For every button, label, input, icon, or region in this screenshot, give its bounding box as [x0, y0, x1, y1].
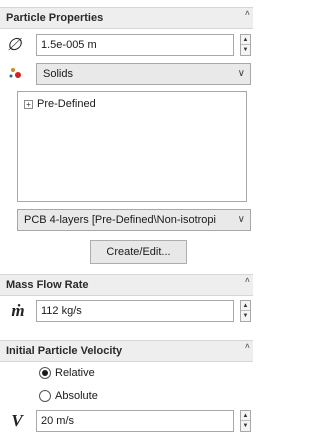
particles-icon	[6, 63, 26, 83]
radio-absolute-label: Absolute	[55, 390, 98, 402]
diameter-input[interactable]: 1.5e-005 m	[36, 34, 234, 56]
mass-flow-icon: ṁ	[11, 301, 25, 320]
expand-plus-icon[interactable]: +	[24, 99, 33, 109]
collapse-arrow-icon[interactable]: ˄	[245, 10, 251, 18]
material-select[interactable]: PCB 4-layers [Pre-Defined\Non-isotropi ∨	[17, 209, 251, 231]
chevron-down-icon[interactable]: ∨	[238, 64, 245, 84]
chevron-down-icon[interactable]: ∨	[238, 210, 245, 230]
material-type-value: Solids	[43, 68, 73, 80]
spinner-down-icon[interactable]: ▼	[241, 421, 250, 431]
spinner-down-icon[interactable]: ▼	[241, 45, 250, 55]
radio-button-unchecked[interactable]	[39, 390, 51, 402]
radio-absolute[interactable]: Absolute	[39, 390, 98, 402]
collapse-arrow-icon[interactable]: ˄	[245, 277, 251, 285]
radio-button-checked[interactable]	[39, 367, 51, 379]
spinner-up-icon[interactable]: ▲	[241, 35, 250, 45]
material-tree[interactable]: + Pre-Defined	[17, 91, 247, 202]
spinner-down-icon[interactable]: ▼	[241, 311, 250, 321]
particle-properties-title: Particle Properties	[6, 12, 104, 24]
tree-item-pre-defined[interactable]: + Pre-Defined	[24, 98, 96, 110]
velocity-symbol: V	[11, 411, 23, 430]
radio-relative[interactable]: Relative	[39, 367, 95, 379]
velocity-input[interactable]: 20 m/s	[36, 410, 234, 432]
initial-velocity-title: Initial Particle Velocity	[6, 345, 123, 357]
material-type-select[interactable]: Solids ∨	[36, 63, 251, 85]
spinner-up-icon[interactable]: ▲	[241, 301, 250, 311]
velocity-spinner[interactable]: ▲ ▼	[240, 410, 251, 432]
mass-flow-rate-title: Mass Flow Rate	[6, 279, 89, 291]
particle-properties-header[interactable]: Particle Properties ˄	[0, 7, 253, 29]
spinner-up-icon[interactable]: ▲	[241, 411, 250, 421]
collapse-arrow-icon[interactable]: ˄	[245, 343, 251, 351]
radio-relative-label: Relative	[55, 367, 95, 379]
mass-flow-spinner[interactable]: ▲ ▼	[240, 300, 251, 322]
mass-flow-input[interactable]: 112 kg/s	[36, 300, 234, 322]
velocity-icon: V	[6, 410, 28, 432]
mass-flow-rate-header[interactable]: Mass Flow Rate ˄	[0, 274, 253, 296]
create-edit-button[interactable]: Create/Edit...	[90, 240, 187, 264]
initial-velocity-header[interactable]: Initial Particle Velocity ˄	[0, 340, 253, 362]
material-select-value: PCB 4-layers [Pre-Defined\Non-isotropi	[24, 214, 216, 226]
diameter-spinner[interactable]: ▲ ▼	[240, 34, 251, 56]
tree-item-label: Pre-Defined	[37, 98, 96, 110]
diameter-icon: ∅	[6, 35, 22, 55]
